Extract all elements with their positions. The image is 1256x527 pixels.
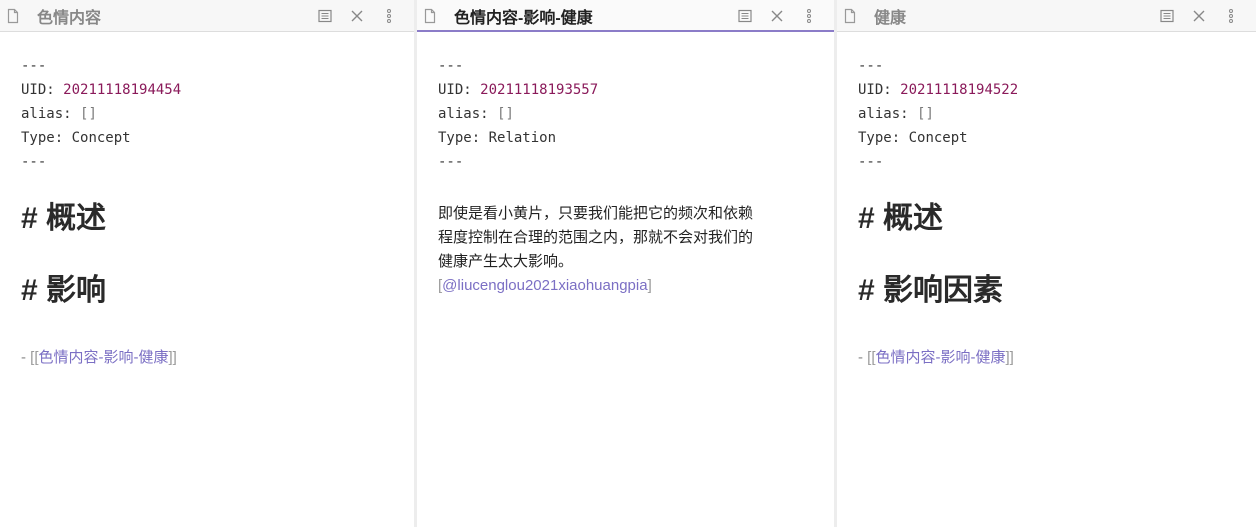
book-icon[interactable] bbox=[314, 5, 336, 27]
type-value: Concept bbox=[71, 130, 131, 146]
uid-line: UID: 20211118194522 bbox=[858, 82, 1019, 98]
book-icon[interactable] bbox=[1156, 5, 1178, 27]
workspace-split: 色情内容 --- UID: 20211118194454 alias: [] T… bbox=[0, 0, 1256, 527]
file-icon bbox=[5, 8, 21, 24]
uid-line: UID: 20211118194454 bbox=[21, 82, 182, 98]
frontmatter-end: --- bbox=[21, 154, 47, 170]
alias-line: alias: [] bbox=[858, 106, 934, 122]
frontmatter-end: --- bbox=[438, 154, 464, 170]
close-icon[interactable] bbox=[346, 5, 368, 27]
type-line: Type: Concept bbox=[858, 130, 968, 146]
file-icon bbox=[422, 8, 438, 24]
pane-title: 色情内容-影响-健康 bbox=[454, 9, 593, 27]
uid-value: 20211118194522 bbox=[900, 82, 1019, 98]
type-line: Type: Concept bbox=[21, 130, 131, 146]
frontmatter: --- UID: 20211118193557 alias: [] Type: … bbox=[438, 54, 814, 174]
pane-right: 健康 --- UID: 20211118194522 alias: [] Typ… bbox=[834, 0, 1256, 527]
frontmatter: --- UID: 20211118194522 alias: [] Type: … bbox=[858, 54, 1236, 174]
heading-overview: # 概述 bbox=[858, 202, 944, 235]
alias-value: [] bbox=[80, 106, 97, 122]
close-icon[interactable] bbox=[766, 5, 788, 27]
internal-link[interactable]: 色情内容-影响-健康 bbox=[876, 349, 1006, 366]
alias-value: [] bbox=[497, 106, 514, 122]
type-value: Relation bbox=[488, 130, 557, 146]
frontmatter-end: --- bbox=[858, 154, 884, 170]
book-icon[interactable] bbox=[734, 5, 756, 27]
close-icon[interactable] bbox=[1188, 5, 1210, 27]
pane-title: 健康 bbox=[874, 9, 907, 27]
note-content[interactable]: --- UID: 20211118193557 alias: [] Type: … bbox=[417, 32, 834, 298]
alias-value: [] bbox=[917, 106, 934, 122]
heading-influencing-factors: # 影响因素 bbox=[858, 274, 1004, 307]
paragraph-line: 程度控制在合理的范围之内，那就不会对我们的 bbox=[438, 229, 754, 246]
list-item: - [[色情内容-影响-健康]] bbox=[858, 349, 1014, 366]
alias-line: alias: [] bbox=[21, 106, 97, 122]
pane-title: 色情内容 bbox=[37, 9, 102, 27]
uid-value: 20211118193557 bbox=[480, 82, 599, 98]
note-content[interactable]: --- UID: 20211118194522 alias: [] Type: … bbox=[837, 32, 1256, 368]
frontmatter: --- UID: 20211118194454 alias: [] Type: … bbox=[21, 54, 394, 174]
file-icon bbox=[842, 8, 858, 24]
citation-key: @liucenglou2021xiaohuangpia bbox=[442, 277, 648, 294]
pane-header[interactable]: 色情内容-影响-健康 bbox=[417, 0, 834, 32]
note-content[interactable]: --- UID: 20211118194454 alias: [] Type: … bbox=[0, 32, 414, 368]
more-options-icon[interactable] bbox=[1220, 5, 1242, 27]
frontmatter-start: --- bbox=[21, 58, 47, 74]
paragraph-line: 即使是看小黄片，只要我们能把它的频次和依赖 bbox=[438, 205, 754, 222]
more-options-icon[interactable] bbox=[798, 5, 820, 27]
list-item: - [[色情内容-影响-健康]] bbox=[21, 349, 177, 366]
type-line: Type: Relation bbox=[438, 130, 557, 146]
frontmatter-start: --- bbox=[438, 58, 464, 74]
pane-header[interactable]: 色情内容 bbox=[0, 0, 414, 32]
type-value: Concept bbox=[908, 130, 968, 146]
heading-impact: # 影响 bbox=[21, 274, 107, 307]
pane-header[interactable]: 健康 bbox=[837, 0, 1256, 32]
more-options-icon[interactable] bbox=[378, 5, 400, 27]
alias-line: alias: [] bbox=[438, 106, 514, 122]
uid-line: UID: 20211118193557 bbox=[438, 82, 599, 98]
citation[interactable]: [@liucenglou2021xiaohuangpia] bbox=[438, 274, 814, 298]
body-paragraph: 即使是看小黄片，只要我们能把它的频次和依赖 程度控制在合理的范围之内，那就不会对… bbox=[438, 202, 814, 298]
internal-link[interactable]: 色情内容-影响-健康 bbox=[39, 349, 169, 366]
paragraph-line: 健康产生太大影响。 bbox=[438, 253, 574, 270]
uid-value: 20211118194454 bbox=[63, 82, 182, 98]
pane-left: 色情内容 --- UID: 20211118194454 alias: [] T… bbox=[0, 0, 414, 527]
heading-overview: # 概述 bbox=[21, 202, 107, 235]
frontmatter-start: --- bbox=[858, 58, 884, 74]
pane-middle: 色情内容-影响-健康 --- UID: 20211118193557 alias… bbox=[414, 0, 834, 527]
